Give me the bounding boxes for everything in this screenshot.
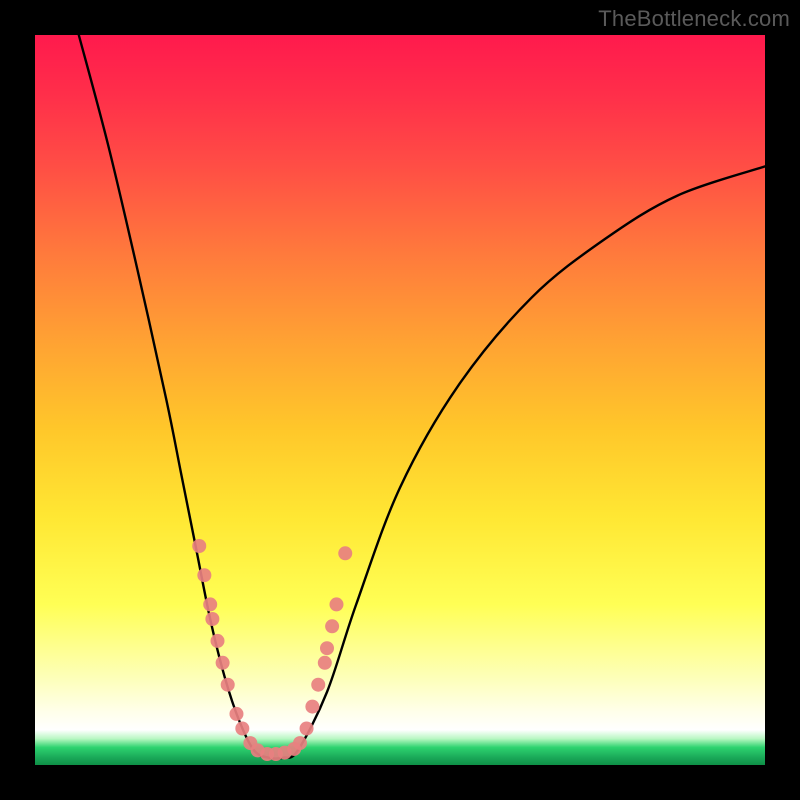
chart-marker — [229, 707, 243, 721]
chart-plot-area — [35, 35, 765, 765]
chart-frame: TheBottleneck.com — [0, 0, 800, 800]
chart-marker — [338, 546, 352, 560]
chart-marker — [300, 722, 314, 736]
watermark-text: TheBottleneck.com — [598, 6, 790, 32]
chart-marker — [325, 619, 339, 633]
chart-marker — [320, 641, 334, 655]
chart-marker — [221, 678, 235, 692]
chart-marker — [216, 656, 230, 670]
chart-marker — [311, 678, 325, 692]
chart-marker — [293, 736, 307, 750]
chart-svg — [35, 35, 765, 765]
chart-marker — [305, 700, 319, 714]
chart-marker — [197, 568, 211, 582]
chart-marker — [203, 597, 217, 611]
chart-marker — [235, 722, 249, 736]
chart-marker — [318, 656, 332, 670]
bottleneck-curve — [79, 35, 765, 759]
chart-marker — [211, 634, 225, 648]
chart-marker — [205, 612, 219, 626]
chart-marker — [329, 597, 343, 611]
chart-markers — [192, 539, 352, 761]
chart-marker — [192, 539, 206, 553]
